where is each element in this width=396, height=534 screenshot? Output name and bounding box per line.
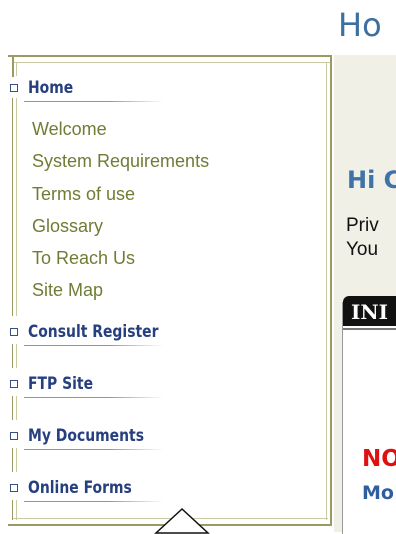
submenu-link-system-requirements[interactable]: System Requirements [32, 148, 209, 180]
nav-item-consult-register[interactable]: Consult Register [10, 321, 187, 343]
submenu-link-terms-of-use[interactable]: Terms of use [32, 181, 209, 213]
nav-connector-inner [16, 396, 17, 420]
nav-item-my-documents[interactable]: My Documents [10, 425, 169, 447]
section-underline [24, 101, 164, 102]
frame-left-stub-inner [16, 62, 17, 76]
mouse-pointer-icon [154, 508, 210, 534]
frame-top-rule [8, 55, 332, 57]
frame-left-stub [12, 55, 14, 77]
nav-item-ftp-site-label[interactable]: FTP Site [28, 374, 93, 394]
page-title: Ho [338, 6, 382, 44]
intro-line-2: You [346, 239, 379, 260]
notice-heading: NO [362, 446, 396, 472]
submenu-link-to-reach-us[interactable]: To Reach Us [32, 245, 209, 277]
frame-right-rule [330, 55, 332, 526]
nav-connector-inner [16, 500, 17, 520]
nav-item-home[interactable]: Home [10, 77, 83, 99]
nav-item-home-label[interactable]: Home [28, 78, 73, 98]
info-panel-tab: INI [343, 296, 396, 326]
section-underline [24, 449, 164, 450]
nav-connector-inner [16, 344, 17, 368]
submenu-link-glossary[interactable]: Glossary [32, 213, 209, 245]
greeting-heading: Hi C [347, 166, 396, 194]
section-underline [24, 345, 164, 346]
nav-connector [12, 500, 13, 520]
section-underline [24, 501, 164, 502]
intro-text: Priv You [346, 214, 379, 262]
nav-item-online-forms-label[interactable]: Online Forms [28, 478, 132, 498]
square-bullet-icon [10, 380, 18, 388]
more-link[interactable]: Mo [362, 482, 394, 504]
section-underline [24, 397, 164, 398]
submenu-link-welcome[interactable]: Welcome [32, 116, 209, 148]
square-bullet-icon [10, 484, 18, 492]
intro-line-1: Priv [346, 215, 379, 236]
nav-connector-inner [16, 98, 17, 316]
home-submenu: Welcome System Requirements Terms of use… [32, 116, 209, 310]
square-bullet-icon [10, 328, 18, 336]
nav-item-my-documents-label[interactable]: My Documents [28, 426, 144, 446]
nav-connector [12, 98, 13, 316]
nav-connector [12, 448, 13, 472]
square-bullet-icon [10, 432, 18, 440]
info-panel-divider [343, 328, 396, 330]
submenu-link-site-map[interactable]: Site Map [32, 277, 209, 309]
frame-top-rule-inner [12, 62, 330, 63]
square-bullet-icon [10, 84, 18, 92]
nav-item-consult-register-label[interactable]: Consult Register [28, 322, 158, 342]
nav-connector-inner [16, 448, 17, 472]
nav-connector [12, 396, 13, 420]
nav-connector [12, 344, 13, 368]
nav-item-ftp-site[interactable]: FTP Site [10, 373, 107, 395]
frame-right-rule-inner [326, 62, 327, 520]
nav-item-online-forms[interactable]: Online Forms [10, 477, 155, 499]
